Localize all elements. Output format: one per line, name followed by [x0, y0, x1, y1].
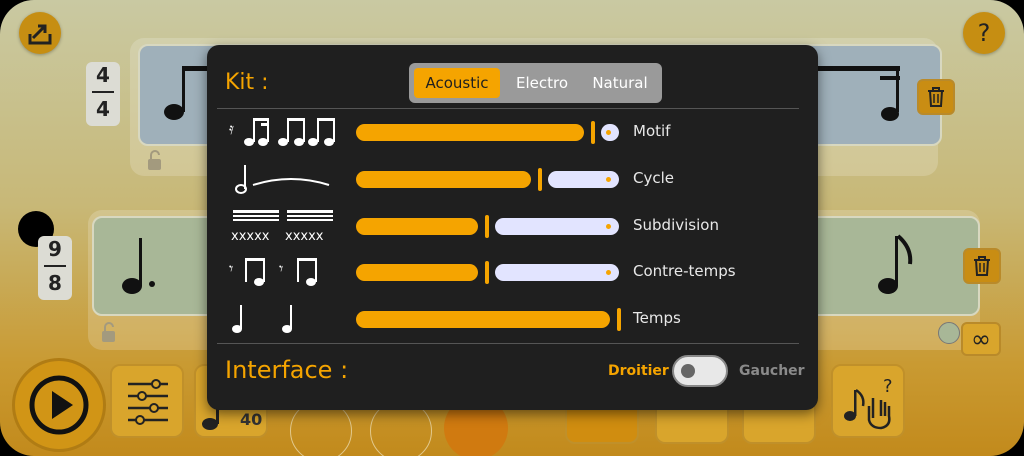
export-icon [28, 24, 52, 45]
time-sig-numerator: 9 [48, 237, 62, 261]
kit-selector: Acoustic Electro Natural [409, 63, 662, 103]
play-button[interactable] [12, 358, 106, 452]
lock-open-icon[interactable] [100, 322, 118, 344]
dotted-quarter-note-icon [122, 238, 155, 294]
lock-open-icon[interactable] [146, 150, 164, 172]
cycle-label: Cycle [633, 169, 674, 187]
time-sig-denominator: 8 [48, 271, 62, 295]
time-sig-denominator: 4 [96, 97, 110, 121]
mixer-button[interactable] [110, 364, 184, 438]
time-signature-1[interactable]: 4 4 [86, 62, 120, 126]
svg-text:?: ? [883, 376, 893, 397]
contre-temps-rhythm-icon: 𝄾 𝄾 [229, 258, 317, 286]
divider [217, 108, 799, 109]
fraction-bar [44, 265, 66, 267]
temps-volume-fill [356, 311, 610, 328]
svg-text:xxxxx: xxxxx [231, 229, 270, 244]
right-handed-label: Droitier [608, 363, 669, 379]
motif-label: Motif [633, 122, 671, 140]
contre-temps-volume-fill [356, 264, 478, 281]
time-signature-2[interactable]: 9 8 [38, 236, 72, 300]
kit-option-acoustic[interactable]: Acoustic [414, 68, 500, 98]
beamed-note-icon [810, 66, 900, 121]
left-handed-label: Gaucher [739, 363, 805, 379]
temps-volume-thumb[interactable] [617, 308, 621, 331]
trash-icon [974, 256, 990, 276]
svg-text:𝄾: 𝄾 [229, 259, 233, 278]
motif-rhythm-icon: 𝄿 [229, 118, 335, 146]
volume-row-cycle: Cycle [207, 159, 818, 199]
time-sig-numerator: 4 [96, 63, 110, 87]
subdivision-label: Subdivision [633, 216, 719, 234]
subdivision-volume-track[interactable] [495, 218, 619, 235]
svg-text:𝄿: 𝄿 [229, 119, 234, 138]
track-status-dot [938, 322, 960, 344]
svg-text:xxxxx: xxxxx [285, 229, 324, 244]
sliders-icon [128, 379, 168, 425]
contre-temps-volume-thumb[interactable] [485, 261, 489, 284]
subdivision-rhythm-icon: xxxxx xxxxx [231, 210, 333, 244]
svg-text:𝄾: 𝄾 [279, 259, 283, 278]
kit-option-electro[interactable]: Electro [504, 68, 580, 98]
help-button[interactable]: ? [963, 12, 1005, 54]
infinity-icon: ∞ [971, 325, 991, 353]
motif-volume-fill [356, 124, 584, 141]
eighth-note-icon [878, 234, 913, 294]
divider [217, 343, 799, 344]
trash-icon [928, 87, 944, 107]
subdivision-volume-fill [356, 218, 478, 235]
app-screen: ? 4 4 9 8 ∞ 40 ? Kit: Acoustic Electro … [0, 0, 1024, 456]
delete-track-1-button[interactable] [917, 79, 955, 115]
volume-row-motif: 𝄿 Motif [207, 112, 818, 152]
contre-temps-volume-track[interactable] [495, 264, 619, 281]
cycle-rhythm-icon [235, 165, 330, 194]
fraction-bar [92, 91, 114, 93]
cycle-volume-fill [356, 171, 531, 188]
cycle-volume-thumb[interactable] [538, 168, 542, 191]
subdivision-volume-thumb[interactable] [485, 215, 489, 238]
volume-row-temps: Temps [207, 299, 818, 339]
motif-volume-thumb[interactable] [591, 121, 595, 144]
handedness-toggle[interactable] [672, 355, 728, 387]
note-touch-help-icon: ? [844, 376, 893, 430]
kit-label: Kit : [225, 70, 269, 95]
temps-label: Temps [633, 309, 681, 327]
kit-option-natural[interactable]: Natural [583, 68, 657, 98]
play-icon [29, 375, 89, 435]
cycle-volume-track[interactable] [548, 171, 619, 188]
help-icon: ? [977, 19, 991, 47]
loop-button[interactable]: ∞ [961, 322, 1001, 356]
toggle-knob [681, 364, 695, 378]
volume-row-contre-temps: 𝄾 𝄾 Contre-temps [207, 252, 818, 292]
note-help-button[interactable]: ? [831, 364, 905, 438]
volume-row-subdivision: xxxxx xxxxx Subdivision [207, 206, 818, 246]
delete-track-2-button[interactable] [963, 248, 1001, 284]
interface-label: Interface : [225, 356, 349, 384]
sound-settings-dialog: Kit : Acoustic Electro Natural 𝄿 Motif C… [207, 45, 818, 410]
motif-volume-track[interactable] [601, 124, 619, 141]
temps-rhythm-icon [232, 305, 292, 333]
contre-temps-label: Contre-temps [633, 262, 736, 280]
export-button[interactable] [19, 12, 61, 54]
tempo-value: 40 [240, 410, 263, 429]
